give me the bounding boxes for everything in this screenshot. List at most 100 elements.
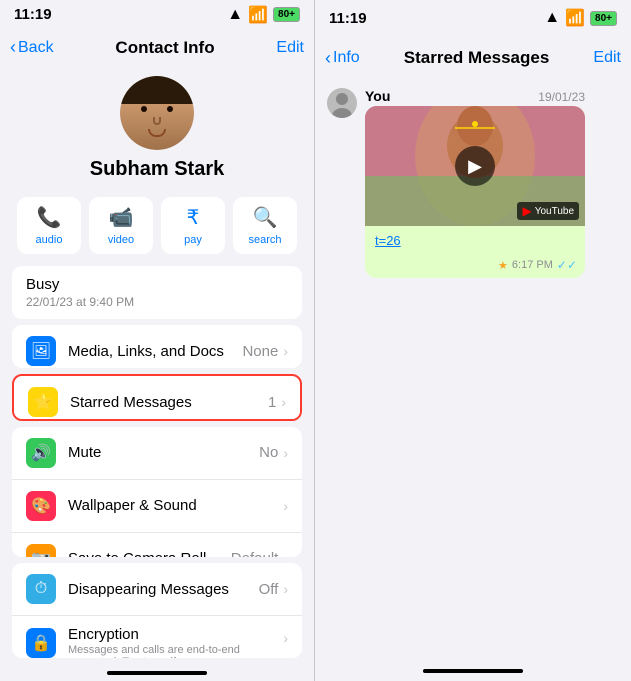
video-label: video: [108, 234, 134, 246]
camera-label: Save to Camera Roll: [68, 550, 231, 557]
search-icon: 🔍: [253, 205, 278, 230]
wallpaper-icon: 🎨: [26, 491, 56, 521]
youtube-icon: ▶: [522, 204, 531, 218]
bubble-meta: ★ 6:17 PM ✓✓: [365, 256, 585, 278]
youtube-badge: ▶ YouTube: [517, 202, 579, 220]
left-status-icons: ▲ 📶 80+: [227, 5, 300, 25]
play-button[interactable]: ▶: [455, 146, 495, 186]
right-wifi-icon: 📶: [565, 8, 585, 28]
message-date: 19/01/23: [538, 90, 585, 104]
double-check-icon: ✓✓: [557, 258, 577, 272]
camera-icon: 📷: [26, 544, 56, 558]
media-value: None: [242, 343, 278, 360]
security-section: ⏱ Disappearing Messages Off › 🔒 Encrypti…: [12, 563, 302, 658]
starred-row[interactable]: ⭐ Starred Messages 1 ›: [14, 376, 300, 421]
home-bar: [107, 671, 207, 675]
bubble-caption: t=26: [365, 226, 585, 256]
video-button[interactable]: 📹 video: [89, 197, 153, 254]
video-link[interactable]: t=26: [375, 233, 401, 248]
encryption-label: Encryption: [68, 626, 283, 643]
pay-label: pay: [184, 234, 202, 246]
starred-chevron-icon: ›: [281, 394, 286, 410]
pay-button[interactable]: ₹ pay: [161, 197, 225, 254]
left-nav-title: Contact Info: [115, 38, 214, 58]
message-container: You 19/01/23: [327, 88, 619, 278]
starred-messages-section: ⭐ Starred Messages 1 ›: [12, 374, 302, 421]
disappearing-label: Disappearing Messages: [68, 581, 259, 598]
wallpaper-label: Wallpaper & Sound: [68, 497, 283, 514]
encryption-row[interactable]: 🔒 Encryption Messages and calls are end-…: [12, 616, 302, 658]
lock-icon: 🔒: [26, 628, 56, 658]
video-thumbnail: ▶ ▶ YouTube: [365, 106, 585, 226]
phone-icon: 📞: [37, 205, 62, 230]
left-time: 11:19: [14, 6, 52, 23]
right-edit-button[interactable]: Edit: [593, 49, 621, 67]
mute-chevron-icon: ›: [283, 445, 288, 461]
star-icon: ⭐: [28, 387, 58, 417]
right-time: 11:19: [329, 10, 367, 27]
encryption-sublabel: Messages and calls are end-to-end encryp…: [68, 644, 283, 658]
disappearing-value: Off: [259, 581, 279, 598]
media-label: Media, Links, and Docs: [68, 343, 242, 360]
message-time: 6:17 PM: [512, 259, 553, 271]
disappearing-chevron-icon: ›: [283, 581, 288, 597]
profile-name: Subham Stark: [90, 158, 224, 181]
starred-label: Starred Messages: [70, 394, 268, 411]
right-chevron-left-icon: ‹: [325, 48, 331, 69]
mute-label: Mute: [68, 444, 259, 461]
camera-chevron-icon: ›: [283, 551, 288, 558]
video-icon: 📹: [109, 205, 134, 230]
left-home-indicator: [0, 664, 314, 681]
encryption-chevron-icon: ›: [283, 630, 288, 646]
profile-section: Subham Stark: [0, 66, 314, 197]
media-chevron-icon: ›: [283, 343, 288, 359]
left-status-bar: 11:19 ▲ 📶 80+: [0, 0, 314, 30]
avatar: [120, 76, 194, 150]
sender-avatar: [327, 88, 357, 118]
status-section: Busy 22/01/23 at 9:40 PM: [12, 266, 302, 319]
action-buttons: 📞 audio 📹 video ₹ pay 🔍 search: [0, 197, 314, 266]
chat-area: You 19/01/23: [315, 80, 631, 661]
youtube-label: YouTube: [535, 206, 574, 217]
left-edit-button[interactable]: Edit: [276, 39, 304, 57]
right-back-button[interactable]: ‹ Info: [325, 48, 360, 69]
search-button[interactable]: 🔍 search: [233, 197, 297, 254]
camera-row[interactable]: 📷 Save to Camera Roll Default ›: [12, 533, 302, 558]
media-bubble: ▶ ▶ YouTube t=26 ★ 6:17 PM ✓✓: [365, 106, 585, 278]
right-home-bar: [423, 669, 523, 673]
camera-value: Default: [231, 550, 279, 557]
mute-value: No: [259, 444, 278, 461]
right-home-indicator: [315, 661, 631, 681]
status-label: Busy: [26, 276, 288, 293]
right-back-label: Info: [333, 49, 360, 67]
wallpaper-row[interactable]: 🎨 Wallpaper & Sound ›: [12, 480, 302, 533]
back-label: Back: [18, 39, 54, 57]
pay-icon: ₹: [187, 205, 200, 230]
star-badge-icon: ★: [498, 259, 508, 272]
left-nav-bar: ‹ Back Contact Info Edit: [0, 30, 314, 66]
mute-row[interactable]: 🔊 Mute No ›: [12, 427, 302, 480]
right-battery: 80+: [590, 11, 617, 26]
settings-section: 🔊 Mute No › 🎨 Wallpaper & Sound › 📷 Save…: [12, 427, 302, 558]
right-nav-title: Starred Messages: [404, 48, 550, 68]
audio-label: audio: [36, 234, 63, 246]
mute-icon: 🔊: [26, 438, 56, 468]
right-status-bar: 11:19 ▲ 📶 80+: [315, 0, 631, 36]
starred-value: 1: [268, 394, 276, 411]
audio-button[interactable]: 📞 audio: [17, 197, 81, 254]
disappearing-row[interactable]: ⏱ Disappearing Messages Off ›: [12, 563, 302, 616]
back-button[interactable]: ‹ Back: [10, 37, 54, 58]
right-nav-bar: ‹ Info Starred Messages Edit: [315, 36, 631, 80]
message-content: You 19/01/23: [365, 88, 585, 278]
sender-name-row: You 19/01/23: [365, 88, 585, 104]
right-status-icons: ▲ 📶 80+: [544, 8, 617, 28]
media-icon: 🖼: [26, 336, 56, 366]
signal-icon: ▲: [227, 6, 243, 24]
media-section: 🖼 Media, Links, and Docs None ›: [12, 325, 302, 368]
wallpaper-chevron-icon: ›: [283, 498, 288, 514]
sender-name: You: [365, 88, 390, 104]
media-row[interactable]: 🖼 Media, Links, and Docs None ›: [12, 325, 302, 368]
right-signal-icon: ▲: [544, 9, 560, 27]
left-battery: 80+: [273, 7, 300, 22]
status-sub: 22/01/23 at 9:40 PM: [26, 295, 288, 309]
